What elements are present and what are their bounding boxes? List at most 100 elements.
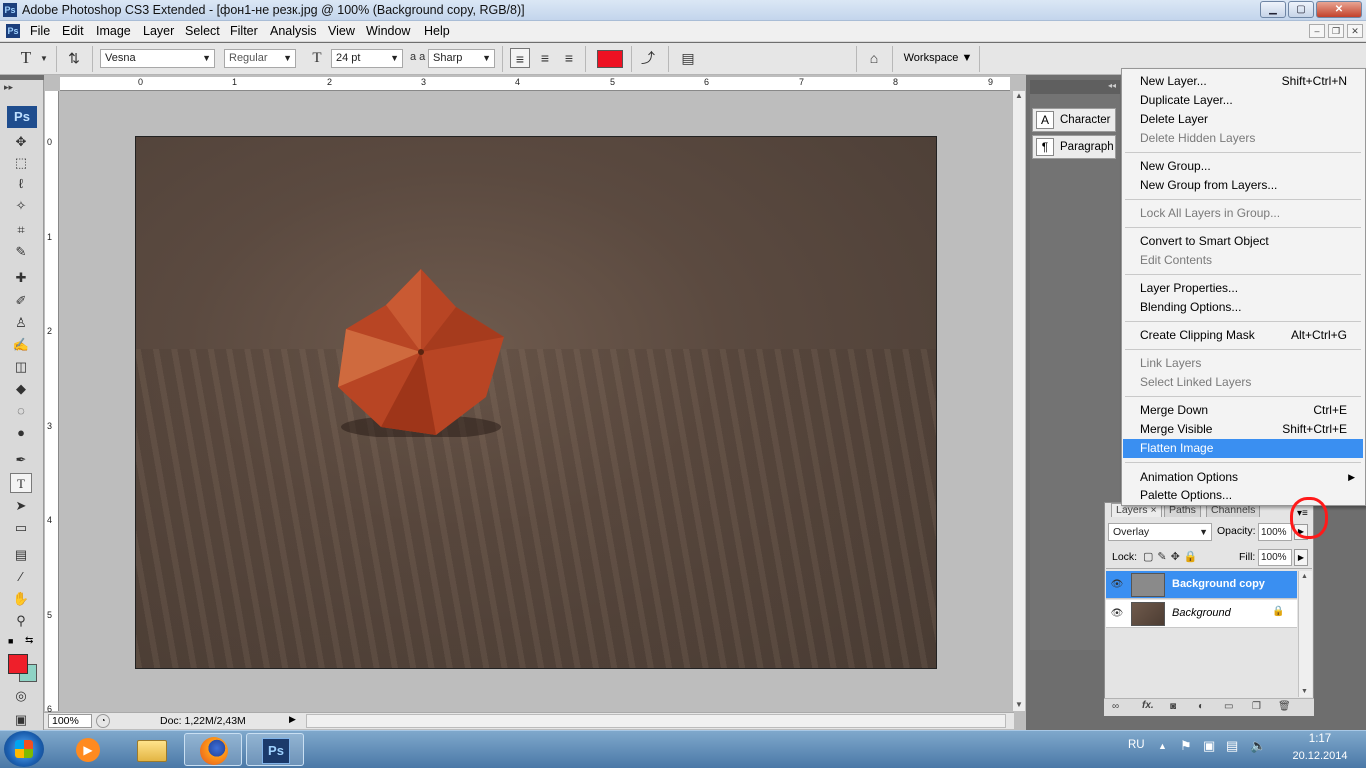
menu-image[interactable]: Image	[96, 24, 131, 38]
foreground-color-swatch[interactable]	[8, 654, 28, 674]
photoshop-taskbar-icon[interactable]: Ps	[246, 733, 304, 766]
character-palette-toggle-icon[interactable]: ▤	[678, 48, 698, 68]
zoom-tool-icon[interactable]: ⚲	[10, 611, 32, 631]
network-icon[interactable]: ▣	[1203, 738, 1215, 754]
zoom-field[interactable]: 100%	[48, 714, 92, 728]
bridge-icon[interactable]: ⌂	[864, 48, 884, 68]
status-menu-arrow-icon[interactable]: ▶	[289, 714, 296, 725]
visibility-eye-icon[interactable]: 👁	[1109, 578, 1125, 592]
firefox-taskbar-icon[interactable]	[184, 733, 242, 766]
status-options-icon[interactable]: ◔	[96, 714, 110, 728]
menu-item-new-group[interactable]: New Group...	[1123, 157, 1363, 176]
menu-item-merge-visible[interactable]: Merge Visible Shift+Ctrl+E	[1123, 420, 1363, 439]
menu-help[interactable]: Help	[424, 24, 450, 38]
fill-slider-arrow-icon[interactable]: ▶	[1294, 549, 1308, 566]
paint-bucket-tool-icon[interactable]: ◆	[10, 379, 32, 399]
menu-item-palette-options[interactable]: Palette Options...	[1123, 486, 1363, 505]
menu-item-create-clipping-mask[interactable]: Create Clipping Mask Alt+Ctrl+G	[1123, 326, 1363, 345]
menu-edit[interactable]: Edit	[62, 24, 84, 38]
menu-view[interactable]: View	[328, 24, 355, 38]
menu-item-animation-options[interactable]: Animation Options ▶	[1123, 468, 1363, 487]
explorer-taskbar-icon[interactable]	[122, 733, 180, 766]
type-tool-preset-icon[interactable]: T	[16, 48, 36, 68]
menu-item-link-layers[interactable]: Link Layers	[1123, 354, 1363, 373]
clone-stamp-tool-icon[interactable]: ♙	[10, 313, 32, 333]
align-left-icon[interactable]: ≡	[510, 48, 530, 68]
marquee-tool-icon[interactable]: ⬚	[10, 153, 32, 173]
scroll-down-icon[interactable]: ▼	[1015, 700, 1023, 709]
menu-item-edit-contents[interactable]: Edit Contents	[1123, 251, 1363, 270]
layer-row-background-copy[interactable]: 👁 Background copy	[1106, 571, 1297, 599]
volume-icon[interactable]: 🔈	[1250, 738, 1266, 754]
blur-tool-icon[interactable]: ◌	[10, 401, 32, 421]
move-tool-icon[interactable]: ✥	[10, 132, 32, 152]
menu-select[interactable]: Select	[185, 24, 220, 38]
menu-item-delete-hidden-layers[interactable]: Delete Hidden Layers	[1123, 129, 1363, 148]
scroll-up-icon[interactable]: ▲	[1301, 573, 1308, 580]
clock-time[interactable]: 1:17	[1290, 733, 1350, 745]
menu-analysis[interactable]: Analysis	[270, 24, 317, 38]
fill-input[interactable]: 100%	[1258, 549, 1292, 566]
menu-item-blending-options[interactable]: Blending Options...	[1123, 298, 1363, 317]
adjustment-layer-icon[interactable]: ◐	[1198, 701, 1204, 712]
font-style-select[interactable]: Regular ▼	[224, 49, 296, 68]
scroll-up-icon[interactable]: ▲	[1015, 91, 1023, 100]
type-tool-icon[interactable]: T	[10, 473, 32, 493]
horizontal-ruler[interactable]: 0 1 2 3 4 5 6 7 8 9	[60, 77, 1010, 91]
link-layers-icon[interactable]: ∞	[1112, 701, 1119, 712]
menu-item-layer-properties[interactable]: Layer Properties...	[1123, 279, 1363, 298]
default-colors-icon[interactable]: ■	[8, 636, 13, 646]
action-center-flag-icon[interactable]: ⚑	[1180, 738, 1192, 754]
clock-date[interactable]: 20.12.2014	[1280, 750, 1360, 762]
crop-tool-icon[interactable]: ⌗	[10, 220, 32, 240]
preset-dropdown-arrow-icon[interactable]: ▼	[40, 54, 48, 63]
eraser-tool-icon[interactable]: ◫	[10, 357, 32, 377]
menu-window[interactable]: Window	[366, 24, 410, 38]
font-size-input[interactable]: 24 pt ▼	[331, 49, 403, 68]
align-right-icon[interactable]: ≡	[559, 48, 579, 68]
align-center-icon[interactable]: ≡	[535, 48, 555, 68]
menu-layer[interactable]: Layer	[143, 24, 174, 38]
menu-item-flatten-image[interactable]: Flatten Image	[1123, 439, 1363, 458]
vertical-scrollbar[interactable]: ▲ ▼	[1012, 91, 1025, 711]
new-group-icon[interactable]: ▭	[1224, 701, 1233, 712]
warp-text-icon[interactable]: ⤴	[638, 48, 658, 68]
dock-header[interactable]: ◂◂	[1030, 80, 1120, 94]
collapse-arrows-icon[interactable]: ▸▸	[4, 82, 13, 93]
magic-wand-tool-icon[interactable]: ✧	[10, 196, 32, 216]
doc-icon[interactable]: Ps	[6, 24, 20, 38]
pen-tool-icon[interactable]: ✒	[10, 450, 32, 470]
scroll-down-icon[interactable]: ▼	[1301, 688, 1308, 695]
text-color-swatch[interactable]	[597, 50, 623, 68]
menu-filter[interactable]: Filter	[230, 24, 258, 38]
trash-icon[interactable]: 🗑	[1278, 701, 1291, 712]
dodge-tool-icon[interactable]: ●	[10, 423, 32, 443]
collapse-arrows-icon[interactable]: ◂◂	[1108, 81, 1116, 90]
layer-style-icon[interactable]: fx.	[1142, 700, 1154, 711]
menu-item-duplicate-layer[interactable]: Duplicate Layer...	[1123, 91, 1363, 110]
lasso-tool-icon[interactable]: ℓ	[10, 174, 32, 194]
minimize-button[interactable]: ▁	[1260, 1, 1286, 18]
rectangle-tool-icon[interactable]: ▭	[10, 518, 32, 538]
doc-close-button[interactable]: ✕	[1347, 24, 1363, 38]
menu-item-lock-all-layers-in-group[interactable]: Lock All Layers in Group...	[1123, 204, 1363, 223]
menu-file[interactable]: File	[30, 24, 50, 38]
path-selection-tool-icon[interactable]: ➤	[10, 496, 32, 516]
visibility-eye-icon[interactable]: 👁	[1109, 607, 1125, 621]
menu-item-new-group-from-layers[interactable]: New Group from Layers...	[1123, 176, 1363, 195]
menu-item-delete-layer[interactable]: Delete Layer	[1123, 110, 1363, 129]
history-brush-tool-icon[interactable]: ✍	[10, 335, 32, 355]
character-palette-button[interactable]: A Character	[1032, 108, 1116, 132]
layers-scrollbar[interactable]: ▲ ▼	[1298, 571, 1312, 697]
start-button[interactable]	[4, 731, 44, 767]
opacity-input[interactable]: 100%	[1258, 523, 1292, 541]
menu-item-select-linked-layers[interactable]: Select Linked Layers	[1123, 373, 1363, 392]
new-layer-icon[interactable]: ❐	[1252, 701, 1261, 712]
text-orientation-icon[interactable]: ⇅	[64, 48, 84, 68]
menu-item-convert-to-smart-object[interactable]: Convert to Smart Object	[1123, 232, 1363, 251]
layer-mask-icon[interactable]: ◙	[1170, 701, 1176, 712]
screen-mode-icon[interactable]: ▣	[10, 710, 32, 730]
device-icon[interactable]: ▤	[1226, 738, 1238, 754]
doc-restore-button[interactable]: ❐	[1328, 24, 1344, 38]
layer-row-background[interactable]: 👁 Background 🔒	[1106, 600, 1297, 628]
